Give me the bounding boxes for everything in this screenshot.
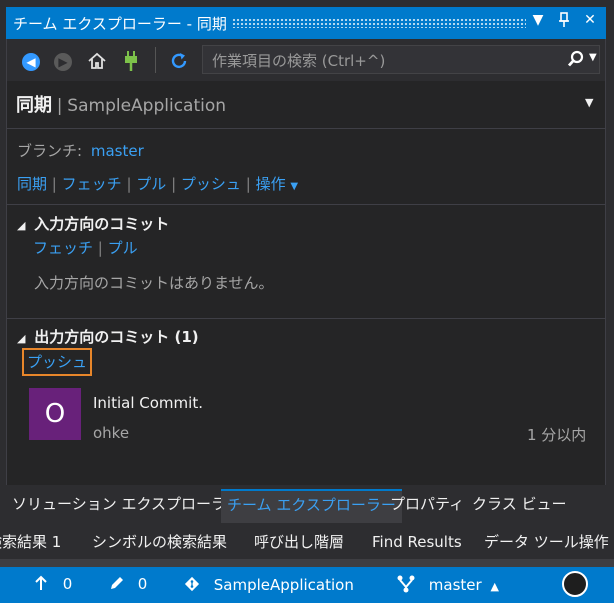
tab-team-explorer[interactable]: チーム エクスプローラー bbox=[221, 489, 402, 523]
window-dropdown-icon[interactable]: ▼ bbox=[529, 12, 547, 28]
tab-scroll-strip bbox=[0, 559, 614, 567]
sync-actions: 同期 | フェッチ | プル | プッシュ | 操作 ▼ bbox=[17, 173, 298, 194]
action-separator: | bbox=[245, 175, 251, 193]
tab-symbol-results[interactable]: シンボルの検索結果 bbox=[92, 527, 227, 559]
tool-window-title-bar[interactable]: チーム エクスプローラー - 同期 ▼ ✕ bbox=[6, 7, 606, 39]
tab-data-tools[interactable]: データ ツール操作 bbox=[484, 527, 609, 559]
back-icon[interactable]: ◀ bbox=[19, 49, 43, 73]
search-options-chevron-icon[interactable]: ▼ bbox=[589, 52, 597, 63]
outgoing-push-link[interactable]: プッシュ bbox=[27, 353, 87, 371]
work-item-search-input[interactable] bbox=[203, 46, 564, 75]
tab-properties[interactable]: プロパティ bbox=[384, 489, 470, 521]
collapse-triangle-icon[interactable]: ◢ bbox=[17, 219, 25, 232]
incoming-section-header[interactable]: ◢ 入力方向のコミット bbox=[17, 213, 169, 234]
unpublished-commits[interactable]: 0 bbox=[34, 575, 72, 593]
commit-author: ohke bbox=[93, 424, 130, 442]
notification-icon[interactable] bbox=[562, 571, 588, 597]
branch-picker[interactable]: master ▲ bbox=[396, 575, 499, 594]
incoming-fetch-link[interactable]: フェッチ bbox=[33, 239, 93, 257]
avatar: O bbox=[29, 388, 81, 440]
project-name: SampleApplication bbox=[67, 96, 227, 116]
branch-row: ブランチ: master bbox=[17, 140, 144, 161]
refresh-icon[interactable] bbox=[167, 49, 191, 73]
push-highlight-box: プッシュ bbox=[22, 348, 92, 376]
plug-icon[interactable] bbox=[119, 49, 143, 73]
incoming-title: 入力方向のコミット bbox=[34, 215, 170, 233]
home-icon[interactable] bbox=[85, 49, 109, 73]
pull-link[interactable]: プル bbox=[136, 175, 166, 193]
fetch-link[interactable]: フェッチ bbox=[62, 175, 122, 193]
page-header: 同期 | SampleApplication bbox=[16, 91, 226, 117]
repo-name: SampleApplication bbox=[213, 576, 354, 594]
collapse-triangle-icon[interactable]: ◢ bbox=[17, 332, 25, 345]
outgoing-title: 出力方向のコミット (1) bbox=[34, 328, 199, 346]
tab-call-hierarchy[interactable]: 呼び出し階層 bbox=[254, 527, 344, 559]
incoming-divider bbox=[7, 318, 605, 319]
action-separator: | bbox=[171, 175, 177, 193]
action-separator: | bbox=[97, 239, 103, 257]
toolbar-separator bbox=[155, 47, 156, 73]
search-box: ▼ bbox=[202, 45, 600, 75]
team-explorer-panel: ◀ ▶ ▼ 同期 | SampleApplication ▼ ブランチ: mas… bbox=[6, 39, 606, 485]
sync-link[interactable]: 同期 bbox=[17, 175, 47, 193]
commit-time: 1 分以内 bbox=[527, 426, 587, 444]
tab-find-results[interactable]: Find Results bbox=[372, 527, 462, 559]
forward-icon[interactable]: ▶ bbox=[51, 49, 75, 73]
branch-link[interactable]: master bbox=[91, 142, 144, 160]
search-icon[interactable] bbox=[567, 50, 585, 72]
branch-name: master bbox=[428, 576, 482, 594]
push-link[interactable]: プッシュ bbox=[181, 175, 241, 193]
commit-message: Initial Commit. bbox=[93, 394, 203, 412]
pin-icon[interactable] bbox=[555, 12, 573, 32]
operations-chevron-down-icon: ▼ bbox=[290, 181, 299, 192]
title-bar-grip bbox=[232, 18, 526, 28]
branch-label: ブランチ: bbox=[17, 142, 83, 160]
up-count: 0 bbox=[62, 575, 73, 593]
tab-solution-explorer[interactable]: ソリューション エクスプローラー bbox=[6, 489, 247, 521]
status-bar: 0 0 SampleApplication master ▲ bbox=[0, 567, 614, 603]
branch-divider bbox=[7, 204, 605, 205]
tab-class-view[interactable]: クラス ビュー bbox=[466, 489, 572, 521]
page-title: 同期 bbox=[16, 95, 52, 116]
incoming-empty-message: 入力方向のコミットはありません。 bbox=[34, 274, 274, 292]
pending-changes[interactable]: 0 bbox=[109, 575, 147, 593]
branch-caret-icon: ▲ bbox=[490, 580, 499, 593]
incoming-pull-link[interactable]: プル bbox=[108, 239, 138, 257]
page-menu-chevron-icon[interactable]: ▼ bbox=[585, 96, 593, 109]
close-icon[interactable]: ✕ bbox=[581, 12, 599, 28]
tab-find-results-1[interactable]: 検索結果 1 bbox=[0, 527, 61, 559]
window-title: チーム エクスプローラー - 同期 bbox=[13, 15, 227, 33]
header-divider bbox=[7, 128, 605, 129]
edit-count: 0 bbox=[137, 575, 148, 593]
commit-list-item[interactable]: O Initial Commit. ohke 1 分以内 bbox=[29, 388, 597, 444]
operations-menu[interactable]: 操作 ▼ bbox=[256, 175, 299, 193]
header-separator: | bbox=[56, 96, 63, 116]
action-separator: | bbox=[126, 175, 132, 193]
action-separator: | bbox=[51, 175, 57, 193]
repository-picker[interactable]: SampleApplication bbox=[183, 575, 354, 594]
toolbar: ◀ ▶ ▼ bbox=[7, 39, 605, 81]
outgoing-section-header[interactable]: ◢ 出力方向のコミット (1) bbox=[17, 326, 199, 347]
incoming-actions: フェッチ | プル bbox=[33, 237, 138, 258]
